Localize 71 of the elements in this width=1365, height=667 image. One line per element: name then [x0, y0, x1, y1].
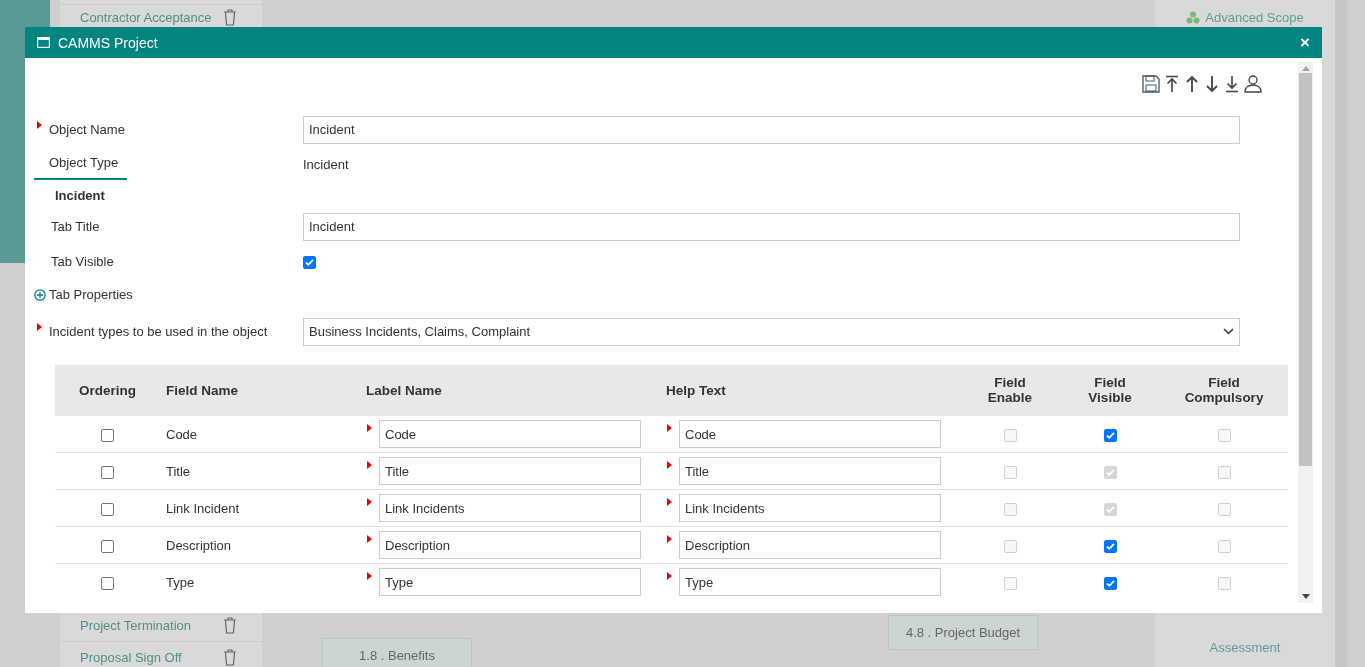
table-cell: Description [166, 537, 232, 553]
help-text-field[interactable]: Description [679, 531, 941, 559]
trash-icon[interactable] [223, 9, 237, 26]
required-marker [667, 424, 672, 432]
column-header: Field Compulsory [1184, 375, 1264, 405]
required-marker [667, 461, 672, 469]
row-checkbox[interactable] [101, 428, 114, 442]
flow-step[interactable]: 4.8 . Project Budget [888, 615, 1038, 650]
row-checkbox[interactable] [101, 502, 114, 516]
label-name-field[interactable]: Title [379, 457, 641, 485]
help-text-field[interactable]: Code [679, 420, 941, 448]
move-top-icon[interactable] [1164, 75, 1180, 93]
required-marker [367, 498, 372, 506]
label-name-field[interactable]: Code [379, 420, 641, 448]
trash-icon[interactable] [223, 617, 237, 634]
required-marker [667, 535, 672, 543]
required-marker [367, 572, 372, 580]
visible-checkbox[interactable] [1103, 539, 1117, 553]
column-header: Label Name [366, 382, 442, 398]
move-bottom-icon[interactable] [1224, 75, 1240, 93]
field-label: Tab Visible [50, 254, 115, 269]
user-icon[interactable] [1244, 75, 1262, 93]
help-text-field[interactable]: Type [679, 568, 941, 596]
table-cell: Title [166, 463, 191, 479]
chevron-down-icon[interactable] [1223, 328, 1234, 335]
row-checkbox[interactable] [101, 465, 114, 479]
visible-checkbox[interactable] [1103, 428, 1117, 442]
trash-icon[interactable] [223, 649, 237, 666]
label-name-field[interactable]: Type [379, 568, 641, 596]
column-header: Field Enable [987, 375, 1033, 405]
object-type-tab[interactable]: Object Type [34, 149, 127, 180]
move-down-icon[interactable] [1204, 75, 1220, 93]
scrollbar[interactable] [1298, 62, 1313, 603]
label-name-field[interactable]: Description [379, 531, 641, 559]
object-name-field[interactable]: Incident [303, 115, 1240, 144]
column-header: Ordering [79, 382, 136, 398]
field-label: Tab Title [50, 219, 101, 234]
incident-types-dropdown[interactable]: Business Incidents, Claims, Complaint [303, 317, 1240, 346]
close-button[interactable]: × [1300, 32, 1310, 53]
window-title: CAMMS Project [58, 34, 159, 51]
window-icon [37, 37, 50, 48]
column-header: Field Visible [1088, 375, 1132, 405]
column-header: Help Text [666, 382, 726, 398]
table-cell: Type [166, 574, 195, 590]
save-icon[interactable] [1142, 75, 1160, 93]
column-header: Field Name [166, 382, 239, 398]
table-cell: Code [166, 426, 198, 442]
field-label: Incident types to be used in the object [49, 324, 269, 339]
tab-visible-checkbox[interactable] [303, 256, 316, 270]
field-value: Incident [303, 157, 350, 172]
row-checkbox[interactable] [101, 539, 114, 553]
section-toggle[interactable]: Tab Properties [49, 287, 133, 302]
help-text-field[interactable]: Link Incidents [679, 494, 941, 522]
scroll-down-icon[interactable] [1301, 594, 1310, 599]
required-marker [667, 498, 672, 506]
nodes-icon [1186, 11, 1201, 24]
section-title: Incident [54, 187, 106, 205]
required-marker [367, 424, 372, 432]
required-marker [667, 572, 672, 580]
label-name-field[interactable]: Link Incidents [379, 494, 641, 522]
required-marker [367, 535, 372, 543]
field-label: Object Name [49, 122, 126, 137]
help-text-field[interactable]: Title [679, 457, 941, 485]
required-marker [367, 461, 372, 469]
flow-step[interactable]: 1.8 . Benefits [322, 638, 472, 667]
visible-checkbox[interactable] [1103, 576, 1117, 590]
move-up-icon[interactable] [1184, 75, 1200, 93]
expand-icon[interactable] [34, 288, 46, 301]
table-cell: Link Incident [166, 500, 239, 516]
tab-title-field[interactable]: Incident [303, 212, 1240, 241]
row-checkbox[interactable] [101, 576, 114, 590]
